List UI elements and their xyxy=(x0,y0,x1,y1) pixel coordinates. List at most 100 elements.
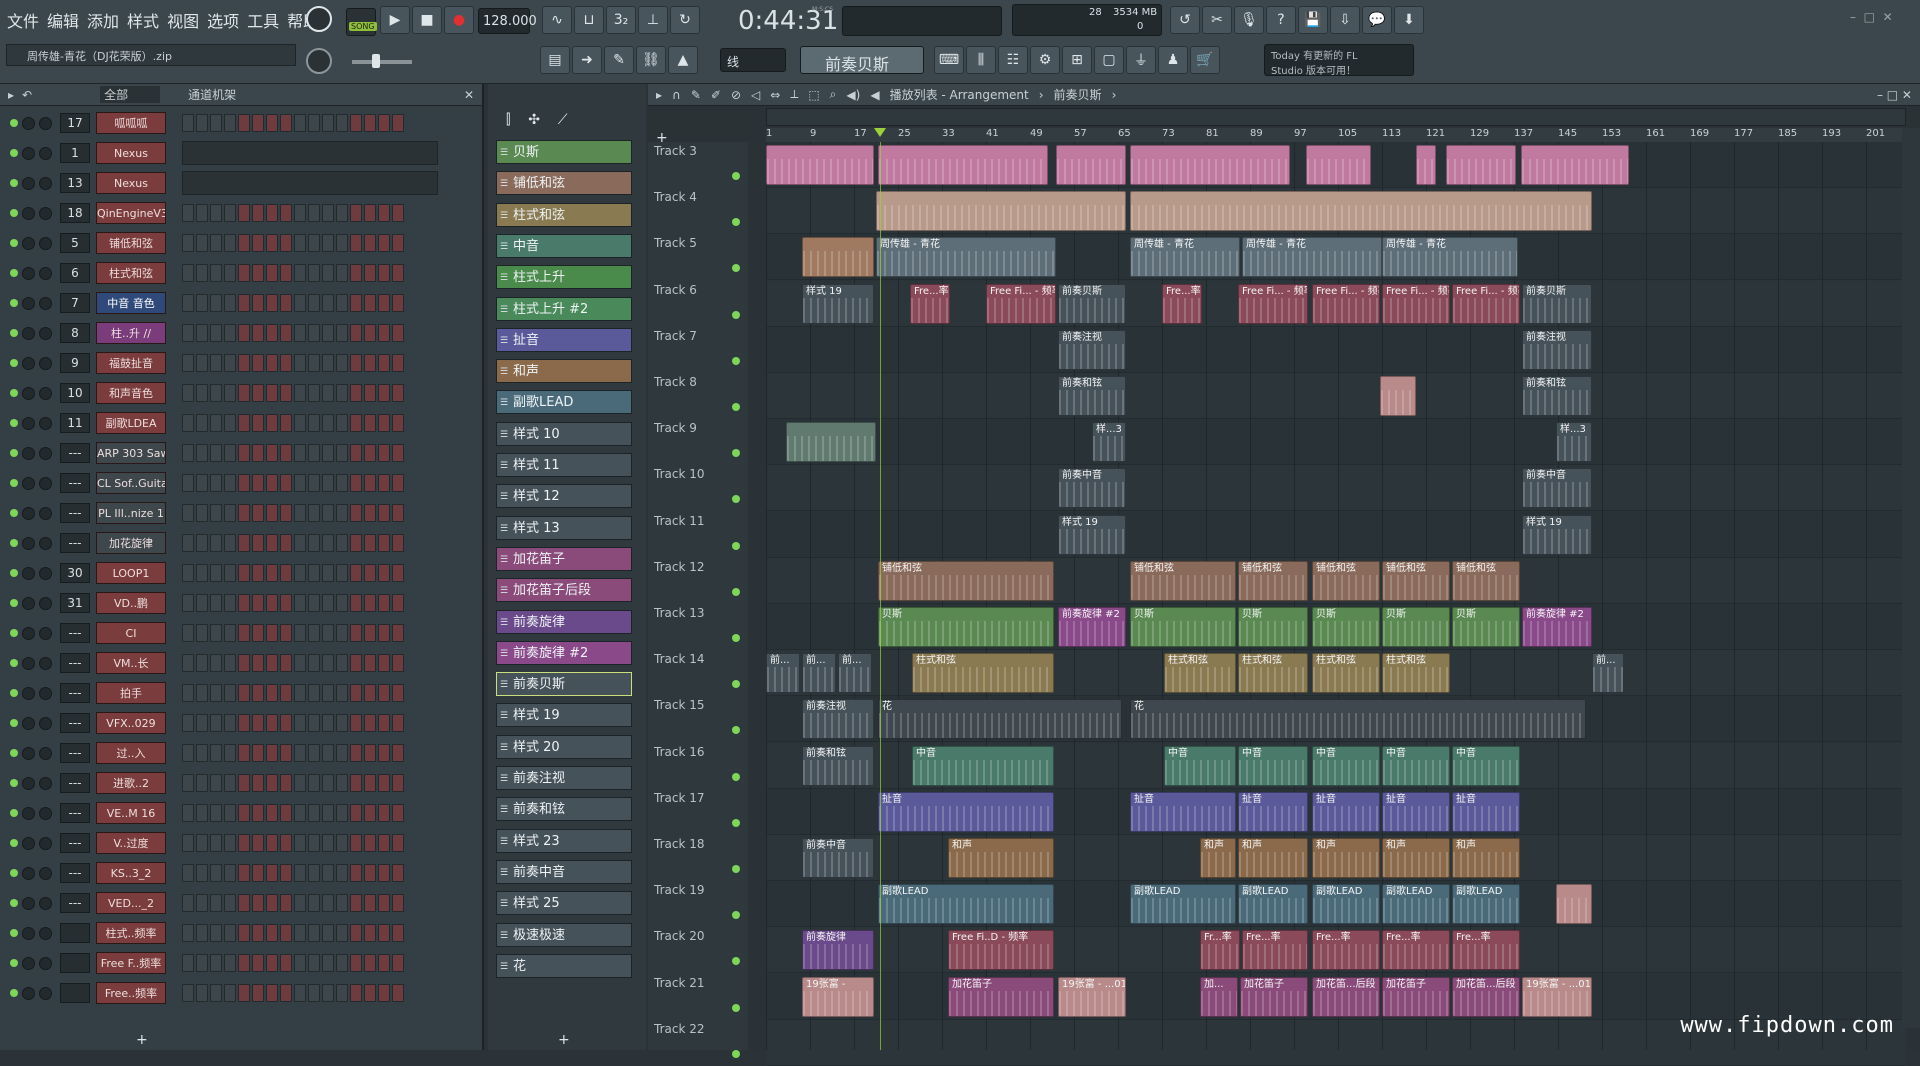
step-button[interactable] xyxy=(238,264,250,282)
channel-volume-knob[interactable] xyxy=(39,476,52,490)
channel-pan-knob[interactable] xyxy=(22,866,35,880)
channel-row[interactable]: --- VED..._2 xyxy=(6,890,476,916)
step-button[interactable] xyxy=(364,624,376,642)
channel-row[interactable]: --- VFX..029 xyxy=(6,710,476,736)
channel-name-button[interactable]: 加花旋律 xyxy=(96,532,166,554)
channel-row[interactable]: 13 Nexus xyxy=(6,170,476,196)
step-button[interactable] xyxy=(196,714,208,732)
channel-row[interactable]: --- ARP 303 Saw xyxy=(6,440,476,466)
pattern-item[interactable]: 前奏旋律 #2 xyxy=(496,640,632,665)
playlist-clip[interactable]: 前... xyxy=(802,653,836,694)
step-button[interactable] xyxy=(196,744,208,762)
channel-volume-knob[interactable] xyxy=(39,956,52,970)
step-button[interactable] xyxy=(350,504,362,522)
step-button[interactable] xyxy=(196,774,208,792)
step-button[interactable] xyxy=(392,954,404,972)
channel-enable-led[interactable] xyxy=(10,149,18,157)
step-button[interactable] xyxy=(210,684,222,702)
step-button[interactable] xyxy=(378,234,390,252)
step-button[interactable] xyxy=(238,654,250,672)
pattern-item[interactable]: 和声 xyxy=(496,359,632,384)
playlist-clip[interactable]: 周传雄 - 青花 xyxy=(876,237,1056,278)
step-button[interactable] xyxy=(336,774,348,792)
step-button[interactable] xyxy=(322,714,334,732)
playlist-clip[interactable]: 扯音 xyxy=(1382,791,1450,832)
step-button[interactable] xyxy=(266,774,278,792)
step-button[interactable] xyxy=(238,354,250,372)
step-button[interactable] xyxy=(364,864,376,882)
playlist-clip[interactable]: Free Fi... - 频率 xyxy=(986,283,1056,324)
step-button[interactable] xyxy=(392,894,404,912)
step-button[interactable] xyxy=(392,774,404,792)
step-button[interactable] xyxy=(336,324,348,342)
channel-pan-knob[interactable] xyxy=(22,926,35,940)
step-button[interactable] xyxy=(210,864,222,882)
step-button[interactable] xyxy=(280,864,292,882)
playlist-clip[interactable]: 样式 19 xyxy=(1058,514,1126,555)
track-header[interactable]: Track 14 xyxy=(654,650,744,696)
channel-row[interactable]: 柱式..频率 xyxy=(6,920,476,946)
playback-tool-icon[interactable]: ◀) xyxy=(846,88,860,102)
step-button[interactable] xyxy=(280,714,292,732)
step-button[interactable] xyxy=(322,564,334,582)
channel-mixer-track[interactable]: --- xyxy=(60,653,90,673)
channel-pan-knob[interactable] xyxy=(22,176,35,190)
playlist-clip[interactable]: 铺低和弦 xyxy=(1382,560,1450,601)
channel-name-button[interactable]: 副歌LDEA xyxy=(96,412,166,434)
step-button[interactable] xyxy=(308,264,320,282)
step-button[interactable] xyxy=(238,504,250,522)
playlist-clip[interactable] xyxy=(1130,145,1290,185)
track-lane[interactable] xyxy=(766,419,1906,466)
channel-volume-knob[interactable] xyxy=(39,746,52,760)
step-button[interactable] xyxy=(238,294,250,312)
step-button[interactable] xyxy=(252,564,264,582)
step-button[interactable] xyxy=(224,384,236,402)
pattern-item[interactable]: 样式 20 xyxy=(496,734,632,759)
channel-row[interactable]: 8 柱..升 ∕∕ xyxy=(6,320,476,346)
channel-name-button[interactable]: CL Sof..Guita xyxy=(96,472,166,494)
step-button[interactable] xyxy=(364,324,376,342)
step-button[interactable] xyxy=(182,414,194,432)
step-button[interactable] xyxy=(294,954,306,972)
step-button[interactable] xyxy=(210,924,222,942)
playlist-clip[interactable]: 柱式和弦 xyxy=(1312,653,1380,694)
channel-mixer-track[interactable] xyxy=(60,953,90,973)
playlist-clip[interactable]: 副歌LEAD xyxy=(1382,884,1450,925)
step-button[interactable] xyxy=(364,414,376,432)
step-button[interactable] xyxy=(210,714,222,732)
step-button[interactable] xyxy=(252,204,264,222)
track-header[interactable]: Track 19 xyxy=(654,881,744,927)
menu-tools[interactable]: 工具 xyxy=(246,8,280,32)
channel-row[interactable]: 9 福鼓扯音 xyxy=(6,350,476,376)
step-button[interactable] xyxy=(336,534,348,552)
step-button[interactable] xyxy=(392,324,404,342)
menu-options[interactable]: 选项 xyxy=(206,8,240,32)
step-button[interactable] xyxy=(182,954,194,972)
step-button[interactable] xyxy=(224,504,236,522)
channel-name-button[interactable]: 柱式..频率 xyxy=(96,922,166,944)
step-button[interactable] xyxy=(392,474,404,492)
channel-volume-knob[interactable] xyxy=(39,146,52,160)
step-button[interactable] xyxy=(280,354,292,372)
snap-select[interactable]: 线 xyxy=(720,48,786,72)
step-button[interactable] xyxy=(350,924,362,942)
track-header[interactable]: Track 11 xyxy=(654,512,744,558)
channel-volume-knob[interactable] xyxy=(39,866,52,880)
step-button[interactable] xyxy=(266,384,278,402)
channel-mixer-track[interactable]: 8 xyxy=(60,323,90,343)
channel-pan-knob[interactable] xyxy=(22,476,35,490)
document-icon[interactable]: ▢ xyxy=(1094,46,1124,74)
step-button[interactable] xyxy=(308,504,320,522)
rack-menu-arrow[interactable]: ▸ xyxy=(8,88,14,102)
channel-row[interactable]: 17 呱呱呱 xyxy=(6,110,476,136)
channel-mixer-track[interactable]: 6 xyxy=(60,263,90,283)
channel-enable-led[interactable] xyxy=(10,809,18,817)
step-button[interactable] xyxy=(280,834,292,852)
zoom-tool-icon[interactable]: ⌕ xyxy=(830,87,837,102)
step-button[interactable] xyxy=(182,114,194,132)
step-button[interactable] xyxy=(378,654,390,672)
track-header[interactable]: Track 22 xyxy=(654,1020,744,1066)
channel-name-button[interactable]: 福鼓扯音 xyxy=(96,352,166,374)
channel-rack-icon[interactable]: ☷ xyxy=(998,46,1028,74)
stop-button[interactable]: ■ xyxy=(412,6,442,34)
